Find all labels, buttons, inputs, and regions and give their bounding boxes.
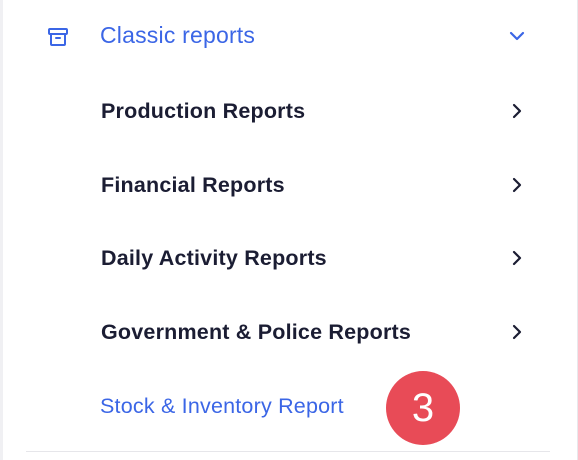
menu-item-label: Financial Reports xyxy=(101,173,285,197)
classic-reports-section-header[interactable]: Classic reports xyxy=(0,0,578,74)
menu-item-label: Production Reports xyxy=(101,99,306,123)
menu-item-production-reports[interactable]: Production Reports xyxy=(0,74,578,146)
menu-item-stock-inventory-report[interactable]: Stock & Inventory Report xyxy=(100,394,344,419)
menu-item-daily-activity-reports[interactable]: Daily Activity Reports xyxy=(0,221,578,293)
menu-item-label: Government & Police Reports xyxy=(101,320,412,344)
chevron-right-icon xyxy=(512,177,522,193)
section-divider xyxy=(26,451,550,452)
section-title: Classic reports xyxy=(100,22,256,48)
menu-item-label: Daily Activity Reports xyxy=(101,246,327,270)
step-number-badge: 3 xyxy=(386,371,460,445)
chevron-right-icon xyxy=(512,250,522,266)
chevron-right-icon xyxy=(512,103,522,119)
reports-menu-panel: Classic reports Production Reports Finan… xyxy=(0,0,578,460)
chevron-down-icon[interactable] xyxy=(508,29,526,43)
menu-item-government-police-reports[interactable]: Government & Police Reports xyxy=(0,295,578,367)
menu-item-financial-reports[interactable]: Financial Reports xyxy=(0,148,578,220)
chevron-right-icon xyxy=(512,324,522,340)
archive-icon xyxy=(48,28,68,46)
